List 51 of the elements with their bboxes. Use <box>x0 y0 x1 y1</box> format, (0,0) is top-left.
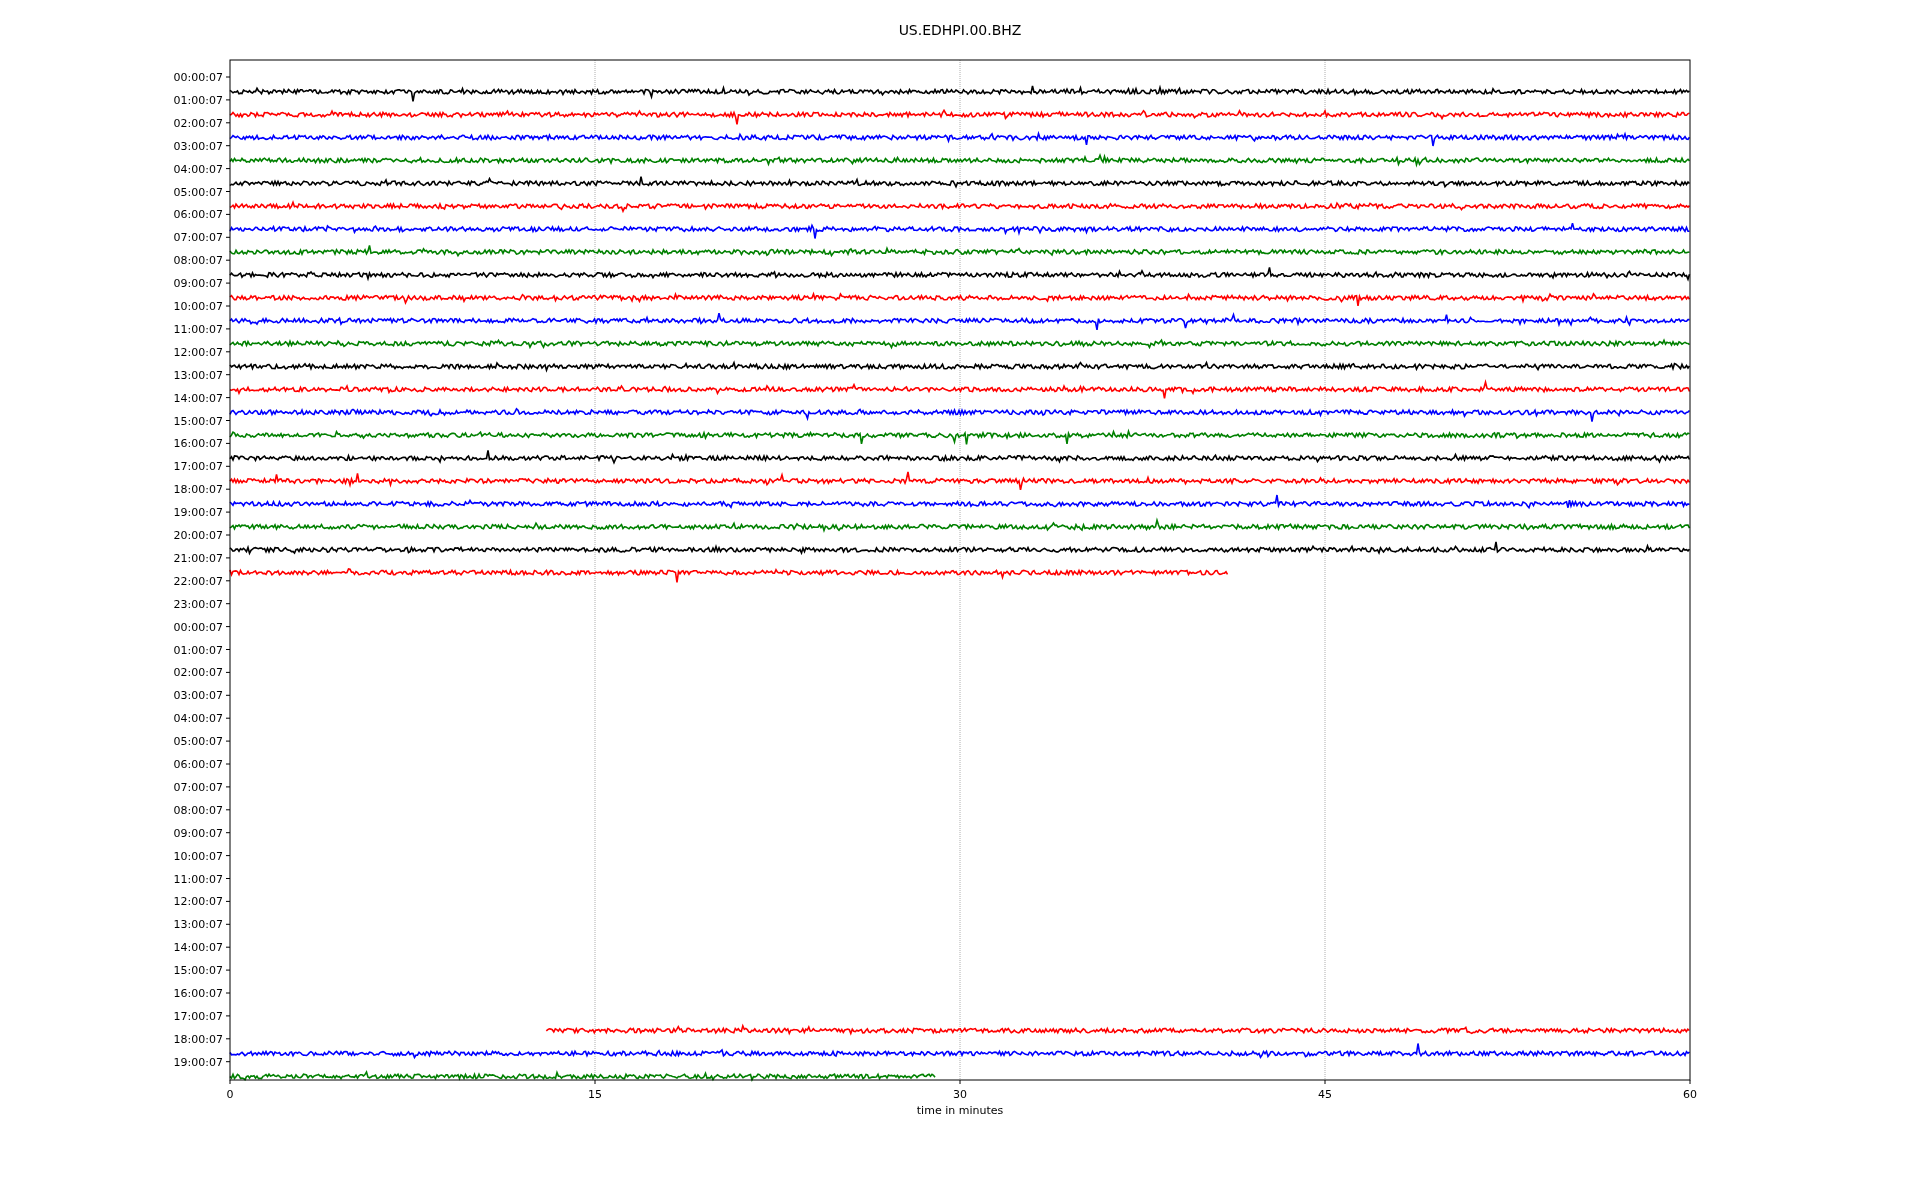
y-tick-label: 01:00:07 <box>173 643 223 657</box>
x-axis-label: time in minutes <box>916 1104 1004 1117</box>
y-tick-label: 09:00:07 <box>173 826 223 840</box>
y-tick-label: 03:00:07 <box>173 139 223 153</box>
x-tick-label: 30 <box>953 1088 967 1101</box>
y-tick-label: 08:00:07 <box>173 803 223 817</box>
y-tick-label: 04:00:07 <box>173 712 223 726</box>
y-tick-label: 19:00:07 <box>173 506 223 520</box>
y-tick-label: 14:00:07 <box>173 391 223 405</box>
y-tick-label: 00:00:07 <box>173 620 223 634</box>
y-tick-label: 10:00:07 <box>173 849 223 863</box>
y-tick-label: 15:00:07 <box>173 414 223 428</box>
x-tick-label: 60 <box>1683 1088 1697 1101</box>
y-tick-label: 13:00:07 <box>173 918 223 932</box>
y-tick-label: 07:00:07 <box>173 231 223 245</box>
y-tick-label: 07:00:07 <box>173 780 223 794</box>
y-tick-label: 06:00:07 <box>173 208 223 222</box>
y-tick-label: 16:00:07 <box>173 987 223 1000</box>
y-tick-label: 04:00:07 <box>173 162 223 176</box>
y-tick-label: 14:00:07 <box>173 941 223 955</box>
y-tick-label: 08:00:07 <box>173 254 223 268</box>
y-tick-label: 12:00:07 <box>173 345 223 359</box>
y-tick-label: 19:00:07 <box>173 1055 223 1069</box>
y-tick-label: 12:00:07 <box>173 895 223 909</box>
y-tick-label: 01:00:07 <box>173 93 223 107</box>
x-tick-label: 45 <box>1318 1088 1332 1101</box>
y-tick-label: 17:00:07 <box>173 1009 223 1023</box>
y-tick-label: 09:00:07 <box>173 277 223 291</box>
y-tick-label: 23:00:07 <box>173 597 223 611</box>
y-tick-label: 03:00:07 <box>173 689 223 703</box>
y-tick-label: 20:00:07 <box>173 529 223 542</box>
y-tick-label: 00:00:07 <box>173 71 223 84</box>
y-tick-label: 06:00:07 <box>173 758 223 771</box>
y-tick-label: 18:00:07 <box>173 483 223 497</box>
y-tick-label: 11:00:07 <box>173 322 223 336</box>
y-tick-label: 18:00:07 <box>173 1032 223 1046</box>
x-tick-label: 0 <box>226 1088 234 1101</box>
y-tick-label: 05:00:07 <box>173 185 223 199</box>
y-tick-label: 11:00:07 <box>173 872 223 886</box>
y-tick-label: 17:00:07 <box>173 460 223 474</box>
y-tick-label: 21:00:07 <box>173 551 223 565</box>
plot-title: US.EDHPI.00.BHZ <box>898 22 1022 38</box>
y-tick-label: 15:00:07 <box>173 964 223 978</box>
y-tick-label: 13:00:07 <box>173 368 223 382</box>
y-tick-label: 22:00:07 <box>173 574 223 588</box>
y-tick-label: 02:00:07 <box>173 666 223 680</box>
y-tick-label: 16:00:07 <box>173 437 223 451</box>
x-tick-label: 15 <box>588 1088 602 1101</box>
y-tick-label: 05:00:07 <box>173 735 223 749</box>
y-tick-label: 10:00:07 <box>173 300 223 313</box>
y-tick-label: 02:00:07 <box>173 116 223 130</box>
